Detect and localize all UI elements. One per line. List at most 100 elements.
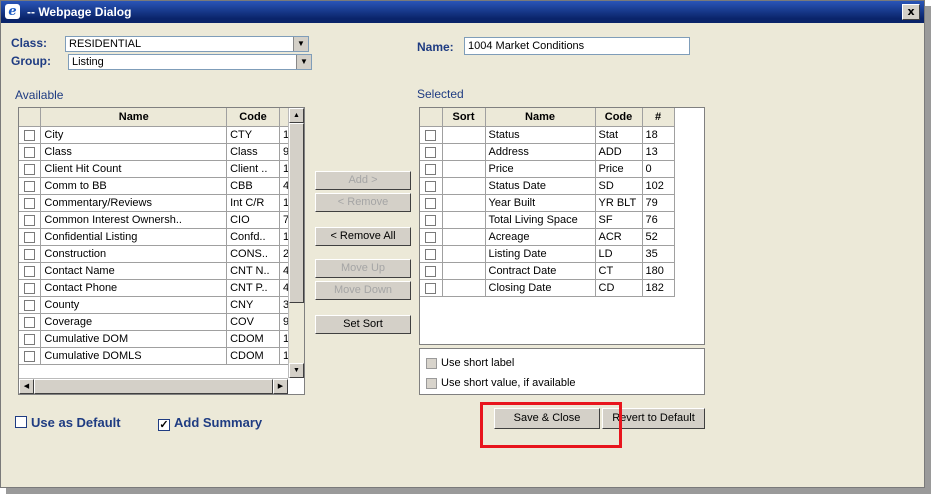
available-row-checkbox-cell [19, 177, 42, 195]
available-row[interactable]: Class Class 9 [19, 143, 304, 161]
selected-row-checkbox[interactable] [425, 231, 437, 243]
selected-row[interactable]: Year Built YR BLT 79 [420, 194, 675, 212]
selected-row[interactable]: Status Date SD 102 [420, 177, 675, 195]
available-header-name[interactable]: Name [40, 108, 228, 127]
available-row-checkbox[interactable] [24, 129, 36, 141]
available-row-checkbox[interactable] [24, 265, 36, 277]
chevron-down-icon[interactable]: ▼ [293, 37, 308, 51]
selected-row[interactable]: Acreage ACR 52 [420, 228, 675, 246]
available-row[interactable]: Common Interest Ownersh..CIO70 [19, 211, 304, 229]
webpage-dialog: e -- Webpage Dialog x Class: RESIDENTIAL… [0, 0, 925, 488]
selected-row[interactable]: Status Stat 18 [420, 126, 675, 144]
selected-row-checkbox-cell [420, 177, 443, 195]
short-value-option[interactable]: Use short value, if available [426, 377, 576, 389]
selected-cell-code: Stat [595, 126, 643, 144]
selected-row[interactable]: Total Living Space SF 76 [420, 211, 675, 229]
class-select[interactable]: RESIDENTIAL ▼ [65, 36, 309, 52]
available-row-checkbox[interactable] [24, 316, 36, 328]
available-cell-code: CNT N.. [226, 262, 281, 280]
remove-button[interactable]: < Remove [315, 193, 411, 212]
scroll-thumb[interactable] [289, 123, 304, 303]
use-default-option[interactable]: Use as Default [15, 415, 121, 430]
available-row-checkbox[interactable] [24, 231, 36, 243]
selected-row-checkbox[interactable] [425, 180, 437, 192]
available-row[interactable]: Commentary/ReviewsInt C/R12 [19, 194, 304, 212]
remove-all-button[interactable]: < Remove All [315, 227, 411, 246]
available-row[interactable]: Cumulative DOMLSCDOM11 [19, 347, 304, 365]
available-row-checkbox[interactable] [24, 282, 36, 294]
available-cell-code: CBB [226, 177, 281, 195]
selected-header-num[interactable]: # [642, 108, 675, 127]
selected-cell-num: 180 [642, 262, 675, 280]
selected-row-checkbox[interactable] [425, 197, 437, 209]
available-cell-code: COV [226, 313, 281, 331]
selected-cell-code: ACR [595, 228, 643, 246]
available-row-checkbox[interactable] [24, 214, 36, 226]
available-row-checkbox[interactable] [24, 180, 36, 192]
available-row[interactable]: Contact NameCNT N..40 [19, 262, 304, 280]
available-row-checkbox[interactable] [24, 299, 36, 311]
available-row-checkbox-cell [19, 160, 42, 178]
close-icon[interactable]: x [902, 4, 920, 20]
available-row-checkbox[interactable] [24, 146, 36, 158]
available-row-checkbox[interactable] [24, 163, 36, 175]
group-select[interactable]: Listing ▼ [68, 54, 312, 70]
selected-row[interactable]: Price Price 0 [420, 160, 675, 178]
available-row[interactable]: Cumulative DOMCDOM11 [19, 330, 304, 348]
selected-row-checkbox[interactable] [425, 214, 437, 226]
available-header-code[interactable]: Code [226, 108, 281, 127]
move-up-button[interactable]: Move Up [315, 259, 411, 278]
add-button[interactable]: Add > [315, 171, 411, 190]
add-summary-option[interactable]: ✓ Add Summary [158, 415, 262, 431]
selected-cell-sort [442, 262, 486, 280]
available-row[interactable]: ConstructionCONS..22 [19, 245, 304, 263]
selected-row-checkbox[interactable] [425, 146, 437, 158]
selected-row-checkbox[interactable] [425, 248, 437, 260]
available-row[interactable]: Comm to BBCBB46 [19, 177, 304, 195]
available-vertical-scrollbar[interactable]: ▲ ▼ [288, 108, 304, 378]
selected-row-checkbox[interactable] [425, 265, 437, 277]
class-select-value: RESIDENTIAL [69, 38, 142, 50]
available-header-checkbox [19, 108, 42, 127]
selected-header-code[interactable]: Code [595, 108, 643, 127]
available-cell-name: Construction [40, 245, 228, 263]
name-input[interactable]: 1004 Market Conditions [464, 37, 690, 55]
selected-row-checkbox[interactable] [425, 163, 437, 175]
move-down-button[interactable]: Move Down [315, 281, 411, 300]
selected-row[interactable]: Contract Date CT 180 [420, 262, 675, 280]
available-horizontal-scrollbar[interactable]: ◀ ▶ [19, 378, 288, 394]
scroll-down-icon[interactable]: ▼ [289, 363, 304, 378]
selected-row-checkbox[interactable] [425, 129, 437, 141]
short-label-checkbox[interactable] [426, 357, 437, 369]
name-label: Name: [417, 40, 454, 54]
available-row[interactable]: CoverageCOV94 [19, 313, 304, 331]
available-row-checkbox[interactable] [24, 333, 36, 345]
available-row-checkbox[interactable] [24, 248, 36, 260]
selected-row[interactable]: Closing Date CD 182 [420, 279, 675, 297]
scroll-up-icon[interactable]: ▲ [289, 108, 304, 123]
available-cell-name: Contact Name [40, 262, 228, 280]
available-row[interactable]: CountyCNY39 [19, 296, 304, 314]
selected-label: Selected [417, 87, 464, 101]
scroll-thumb-horizontal[interactable] [34, 379, 273, 394]
available-row[interactable]: CityCTY15 [19, 126, 304, 144]
short-label-option[interactable]: Use short label [426, 357, 514, 369]
available-row-checkbox[interactable] [24, 350, 36, 362]
set-sort-button[interactable]: Set Sort [315, 315, 411, 334]
selected-row[interactable]: Address ADD 13 [420, 143, 675, 161]
scroll-right-icon[interactable]: ▶ [273, 379, 288, 394]
short-value-checkbox[interactable] [426, 377, 437, 389]
selected-row-checkbox[interactable] [425, 282, 437, 294]
selected-row[interactable]: Listing Date LD 35 [420, 245, 675, 263]
available-cell-name: Cumulative DOMLS [40, 347, 228, 365]
use-default-checkbox[interactable] [15, 416, 27, 428]
chevron-down-icon[interactable]: ▼ [296, 55, 311, 69]
selected-header-sort[interactable]: Sort [442, 108, 486, 127]
selected-header-name[interactable]: Name [485, 108, 596, 127]
available-row-checkbox[interactable] [24, 197, 36, 209]
scroll-left-icon[interactable]: ◀ [19, 379, 34, 394]
add-summary-checkbox[interactable]: ✓ [158, 419, 170, 431]
available-row[interactable]: Client Hit CountClient ..11 [19, 160, 304, 178]
available-row[interactable]: Contact PhoneCNT P..41 [19, 279, 304, 297]
available-row[interactable]: Confidential ListingConfd..10 [19, 228, 304, 246]
